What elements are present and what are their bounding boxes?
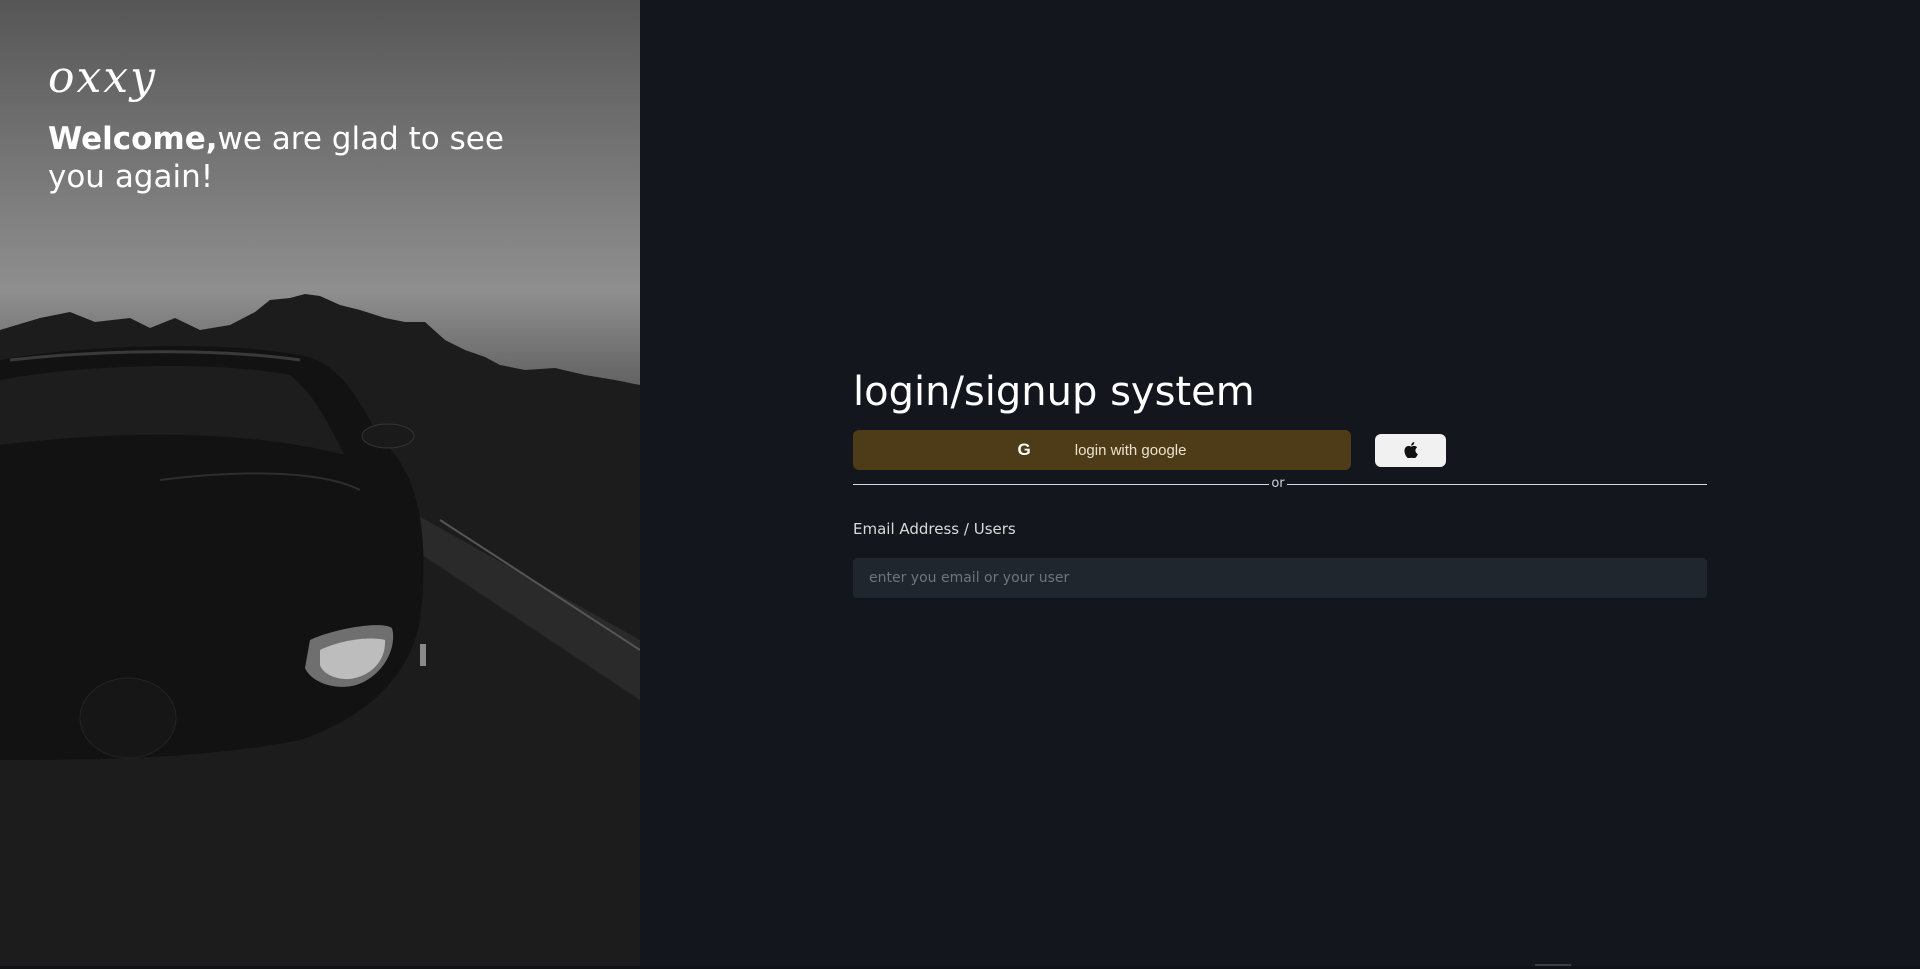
divider-line-left (853, 484, 1269, 485)
login-panel: login/signup system G login with google … (640, 0, 1920, 969)
welcome-heading: Welcome,we are glad to see you again! (48, 120, 568, 196)
login-page: oxxy Welcome,we are glad to see you agai… (0, 0, 1920, 969)
apple-icon (1403, 442, 1418, 458)
login-form: login/signup system G login with google … (853, 366, 1707, 598)
google-login-button[interactable]: G login with google (853, 430, 1351, 470)
welcome-bold-text: Welcome, (48, 121, 218, 157)
divider-or-text: or (1271, 476, 1285, 491)
email-label: Email Address / Users (853, 520, 1016, 538)
social-login-row: G login with google (853, 430, 1707, 470)
google-icon: G (1017, 440, 1031, 459)
google-login-label: login with google (1074, 441, 1187, 459)
or-divider: or (853, 476, 1707, 491)
email-input[interactable] (853, 558, 1707, 598)
apple-login-button[interactable] (1375, 433, 1446, 467)
page-title: login/signup system (853, 369, 1255, 415)
divider-line-right (1287, 484, 1707, 485)
hero-panel: oxxy Welcome,we are glad to see you agai… (0, 0, 640, 969)
brand-logo: oxxy (48, 52, 157, 103)
